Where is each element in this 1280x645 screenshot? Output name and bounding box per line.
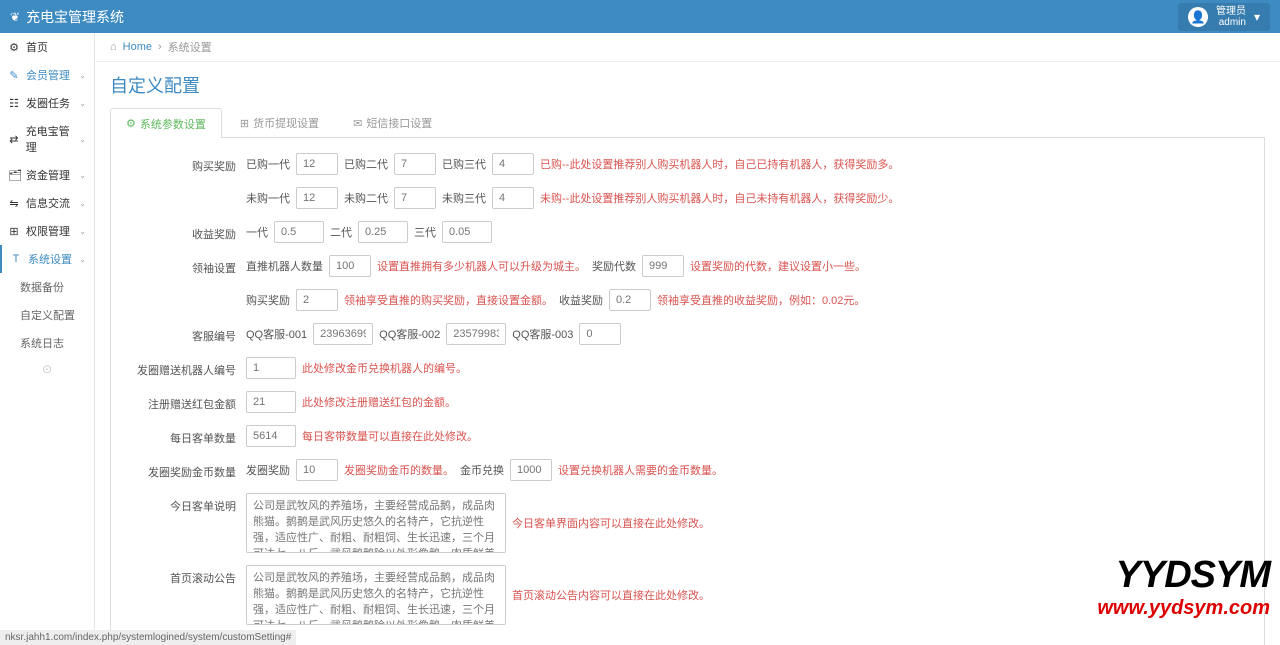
- sub-config[interactable]: 自定义配置: [0, 301, 94, 329]
- input-robot-no[interactable]: [246, 357, 296, 379]
- input-qq1[interactable]: [313, 323, 373, 345]
- input-leader-income[interactable]: [609, 289, 651, 311]
- sub-backup[interactable]: 数据备份: [0, 273, 94, 301]
- home-icon: ⌂: [110, 41, 117, 53]
- label-today-desc: 今日客单说明: [121, 493, 246, 514]
- input-daily[interactable]: [246, 425, 296, 447]
- list-icon: ☷: [8, 97, 20, 110]
- tab-withdraw[interactable]: ⊞货币提现设置: [224, 108, 335, 137]
- nav-info[interactable]: ⇋信息交流⌄: [0, 189, 94, 217]
- nav-permission[interactable]: ⊞权限管理⌄: [0, 217, 94, 245]
- user-role: 管理员: [1216, 6, 1246, 17]
- chevron-down-icon: ⌄: [79, 71, 86, 80]
- label-coin: 发圈奖励金币数量: [121, 459, 246, 480]
- shuffle-icon: ⇄: [8, 133, 20, 146]
- input-nobuy-gen1[interactable]: [296, 187, 338, 209]
- tab-system-params[interactable]: ⚙系统参数设置: [110, 108, 222, 138]
- chevron-down-icon: ⌄: [79, 171, 86, 180]
- app-title: 充电宝管理系统: [26, 7, 124, 27]
- input-coin-exchange[interactable]: [510, 459, 552, 481]
- sidebar: ⚙首页 ✎会员管理⌄ ☷发圈任务⌄ ⇄充电宝管理⌄ 🗂资金管理⌄ ⇋信息交流⌄ …: [0, 33, 95, 645]
- input-income-gen3[interactable]: [442, 221, 492, 243]
- label-scroll-notice: 首页滚动公告: [121, 565, 246, 586]
- label-buy-reward: 购买奖励: [121, 153, 246, 174]
- chevron-down-icon: ⌄: [79, 199, 86, 208]
- input-leader-gen[interactable]: [642, 255, 684, 277]
- mail-icon: ✉: [353, 117, 362, 130]
- input-qq2[interactable]: [446, 323, 506, 345]
- label-income-reward: 收益奖励: [121, 221, 246, 242]
- text-icon: T: [10, 253, 22, 265]
- chevron-down-icon: ⌄: [79, 99, 86, 108]
- user-name: admin: [1216, 17, 1246, 28]
- folder-icon: 🗂: [8, 169, 20, 182]
- collapse-icon[interactable]: ⊙: [0, 357, 94, 381]
- edit-icon: ✎: [8, 69, 20, 82]
- chevron-down-icon: ⌄: [79, 227, 86, 236]
- tabs: ⚙系统参数设置 ⊞货币提现设置 ✉短信接口设置: [110, 108, 1265, 138]
- chevron-down-icon: ⌄: [79, 255, 86, 264]
- leaf-icon: ❦: [10, 10, 20, 24]
- sub-log[interactable]: 系统日志: [0, 329, 94, 357]
- input-qq3[interactable]: [579, 323, 621, 345]
- input-reg-red[interactable]: [246, 391, 296, 413]
- input-coin-reward[interactable]: [296, 459, 338, 481]
- nav-member[interactable]: ✎会员管理⌄: [0, 61, 94, 89]
- nav-home[interactable]: ⚙首页: [0, 33, 94, 61]
- textarea-today-desc[interactable]: [246, 493, 506, 553]
- input-income-gen2[interactable]: [358, 221, 408, 243]
- top-header: ❦ 充电宝管理系统 👤 管理员 admin ▾: [0, 0, 1280, 33]
- input-buy-gen3[interactable]: [492, 153, 534, 175]
- nav-system[interactable]: T系统设置⌄: [0, 245, 94, 273]
- gear-icon: ⚙: [126, 117, 136, 130]
- tab-sms[interactable]: ✉短信接口设置: [337, 108, 448, 137]
- user-menu[interactable]: 👤 管理员 admin ▾: [1178, 3, 1270, 31]
- input-leader-count[interactable]: [329, 255, 371, 277]
- label-daily: 每日客单数量: [121, 425, 246, 446]
- input-income-gen1[interactable]: [274, 221, 324, 243]
- label-reg-red: 注册赠送红包金额: [121, 391, 246, 412]
- label-leader: 领袖设置: [121, 255, 246, 276]
- input-nobuy-gen2[interactable]: [394, 187, 436, 209]
- label-qq: 客服编号: [121, 323, 246, 344]
- page-title: 自定义配置: [110, 72, 1265, 98]
- input-buy-gen1[interactable]: [296, 153, 338, 175]
- status-url: nksr.jahh1.com/index.php/systemlogined/s…: [0, 630, 296, 645]
- chevron-down-icon: ⌄: [79, 135, 86, 144]
- chevron-down-icon: ▾: [1254, 10, 1260, 24]
- nav-finance[interactable]: 🗂资金管理⌄: [0, 161, 94, 189]
- exchange-icon: ⇋: [8, 197, 20, 210]
- label-robot-no: 发圈赠送机器人编号: [121, 357, 246, 378]
- breadcrumb-home[interactable]: Home: [123, 41, 152, 53]
- dashboard-icon: ⚙: [8, 41, 20, 54]
- grid-icon: ⊞: [240, 117, 249, 130]
- textarea-scroll-notice[interactable]: [246, 565, 506, 625]
- input-buy-gen2[interactable]: [394, 153, 436, 175]
- input-leader-buy[interactable]: [296, 289, 338, 311]
- input-nobuy-gen3[interactable]: [492, 187, 534, 209]
- nav-powerbank[interactable]: ⇄充电宝管理⌄: [0, 117, 94, 161]
- breadcrumb: ⌂ Home › 系统设置: [95, 33, 1280, 62]
- nav-task[interactable]: ☷发圈任务⌄: [0, 89, 94, 117]
- avatar-icon: 👤: [1188, 7, 1208, 27]
- breadcrumb-current: 系统设置: [168, 39, 212, 55]
- grid-icon: ⊞: [8, 225, 20, 238]
